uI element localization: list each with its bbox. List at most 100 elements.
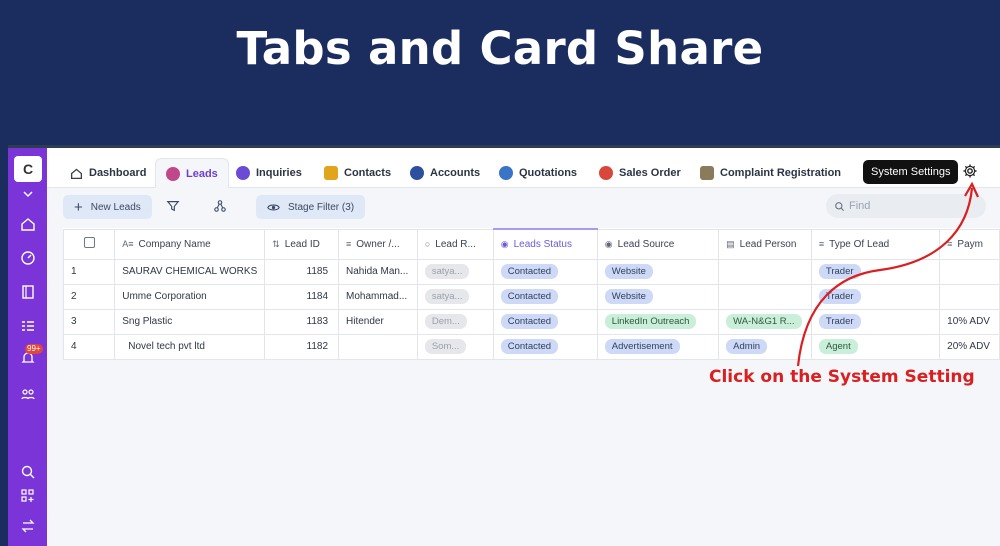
status-cell[interactable]: Contacted	[492, 308, 598, 335]
source-pill: Website	[604, 264, 653, 279]
lead-id-cell[interactable]: 1182	[264, 333, 340, 360]
select-all-checkbox[interactable]	[62, 228, 116, 260]
type-cell[interactable]: Trader	[810, 283, 941, 310]
tab-inquiries[interactable]: Inquiries	[236, 158, 302, 188]
status-cell[interactable]: Contacted	[492, 333, 598, 360]
tab-leads[interactable]: Leads	[155, 158, 229, 188]
app-screenshot: C 99+ Dashboard Leads Inquiries Contacts…	[8, 145, 1000, 546]
list-icon[interactable]	[20, 318, 36, 334]
team-icon[interactable]	[20, 386, 36, 402]
home-icon[interactable]	[20, 216, 36, 232]
sidebar: C 99+	[8, 148, 47, 546]
company-cell[interactable]: Sng Plastic	[114, 308, 266, 335]
stage-filter-button[interactable]: Stage Filter (3)	[256, 195, 366, 219]
column-header[interactable]: A≡ Company Name	[114, 228, 266, 260]
table-row[interactable]: 2 Umme Corporation 1184 Mohammad... saty…	[62, 283, 1000, 310]
column-header[interactable]: ○ Lead R...	[416, 228, 494, 260]
column-header-label: Lead Person	[739, 238, 797, 250]
status-cell[interactable]: Contacted	[492, 258, 598, 285]
lead-r-cell[interactable]: Dem...	[416, 308, 494, 335]
source-cell[interactable]: Advertisement	[596, 333, 720, 360]
lead-r-pill: satya...	[424, 264, 470, 279]
tab-quotations[interactable]: Quotations	[499, 158, 577, 188]
owner-cell[interactable]: Hitender	[338, 308, 418, 335]
swap-icon[interactable]	[20, 518, 36, 534]
type-cell[interactable]: Trader	[810, 308, 941, 335]
person-cell[interactable]: Admin	[718, 333, 812, 360]
find-placeholder: Find	[849, 200, 871, 212]
column-header[interactable]: ▤ Lead Person	[718, 228, 812, 260]
person-cell[interactable]	[718, 258, 812, 285]
table-header-row: A≡ Company Name ⇅ Lead ID ≡ Owner /... ○ Lea…	[62, 228, 1000, 260]
type-cell[interactable]: Trader	[810, 258, 941, 285]
owner-cell[interactable]: Mohammad...	[338, 283, 418, 310]
lead-r-cell[interactable]: satya...	[416, 283, 494, 310]
source-pill: Website	[604, 289, 653, 304]
table-row[interactable]: 3 Sng Plastic 1183 Hitender Dem... Conta…	[62, 308, 1000, 335]
tab-contacts[interactable]: Contacts	[324, 158, 391, 188]
search-icon[interactable]	[20, 464, 36, 480]
column-header[interactable]: ≡ Type Of Lead	[810, 228, 941, 260]
person-pill: WA-N&G1 R...	[726, 314, 802, 329]
table-row[interactable]: 1 SAURAV CHEMICAL WORKS 1185 Nahida Man.…	[62, 258, 1000, 285]
dashboard-gauge-icon[interactable]	[20, 250, 36, 266]
type-pill: Trader	[818, 289, 861, 304]
stage-filter-label: Stage Filter (3)	[288, 201, 355, 213]
table-row[interactable]: 4 Novel tech pvt ltd 1182 Som... Contact…	[62, 333, 1000, 360]
lead-r-cell[interactable]: Som...	[416, 333, 494, 360]
source-cell[interactable]: Website	[596, 283, 720, 310]
payment-cell[interactable]	[939, 258, 1000, 285]
filter-icon[interactable]	[166, 199, 180, 213]
leads-table: A≡ Company Name ⇅ Lead ID ≡ Owner /... ○ Lea…	[62, 228, 1000, 360]
column-header[interactable]: ≡ Paym	[939, 228, 1000, 260]
sort-number-icon: ⇅	[272, 238, 280, 249]
owner-cell[interactable]	[338, 333, 418, 360]
new-leads-button[interactable]: + New Leads	[63, 195, 152, 219]
column-header[interactable]: ⇅ Lead ID	[264, 228, 340, 260]
person-cell[interactable]: WA-N&G1 R...	[718, 308, 812, 335]
status-cell[interactable]: Contacted	[492, 283, 598, 310]
lead-id-cell[interactable]: 1183	[264, 308, 340, 335]
tab-sales-order[interactable]: Sales Order	[599, 158, 681, 188]
field-icon: ≡	[346, 238, 352, 249]
source-cell[interactable]: Website	[596, 258, 720, 285]
tab-label: Leads	[186, 167, 218, 180]
status-pill: Contacted	[500, 264, 559, 279]
field-icon: ≡	[818, 238, 825, 249]
company-cell[interactable]: Umme Corporation	[114, 283, 266, 310]
quotations-icon	[499, 166, 513, 180]
company-cell[interactable]: Novel tech pvt ltd	[114, 333, 266, 360]
column-header[interactable]: ≡ Owner /...	[338, 228, 418, 260]
lead-r-pill: Dem...	[424, 314, 467, 329]
search-icon	[835, 201, 845, 211]
owner-cell[interactable]: Nahida Man...	[338, 258, 418, 285]
column-header[interactable]: ◉ Lead Source	[596, 228, 720, 260]
payment-cell[interactable]: 10% ADV	[939, 308, 1000, 335]
app-logo[interactable]: C	[14, 156, 42, 182]
column-header-label: Lead ID	[284, 238, 320, 250]
person-cell[interactable]	[718, 283, 812, 310]
chevron-down-icon[interactable]	[20, 186, 36, 202]
leads-icon	[166, 166, 180, 181]
apps-add-icon[interactable]	[20, 488, 36, 504]
source-cell[interactable]: LinkedIn Outreach	[596, 308, 720, 335]
book-icon[interactable]	[20, 284, 36, 300]
row-number: 4	[62, 333, 116, 360]
hierarchy-icon[interactable]	[213, 199, 227, 213]
row-number: 2	[62, 283, 116, 310]
lead-id-cell[interactable]: 1185	[264, 258, 340, 285]
column-header[interactable]: ◉ Leads Status	[492, 228, 598, 260]
lead-id-cell[interactable]: 1184	[264, 283, 340, 310]
payment-cell[interactable]	[939, 283, 1000, 310]
row-number: 3	[62, 308, 116, 335]
status-pill: Contacted	[500, 314, 559, 329]
tab-accounts[interactable]: Accounts	[410, 158, 480, 188]
tab-complaint-registration[interactable]: Complaint Registration	[700, 158, 841, 188]
tab-dashboard[interactable]: Dashboard	[70, 158, 146, 188]
company-cell[interactable]: SAURAV CHEMICAL WORKS	[114, 258, 266, 285]
find-input[interactable]: Find	[826, 194, 986, 218]
payment-cell[interactable]: 20% ADV	[939, 333, 1000, 360]
lead-r-cell[interactable]: satya...	[416, 258, 494, 285]
gear-icon[interactable]	[962, 163, 978, 179]
type-cell[interactable]: Agent	[810, 333, 941, 360]
